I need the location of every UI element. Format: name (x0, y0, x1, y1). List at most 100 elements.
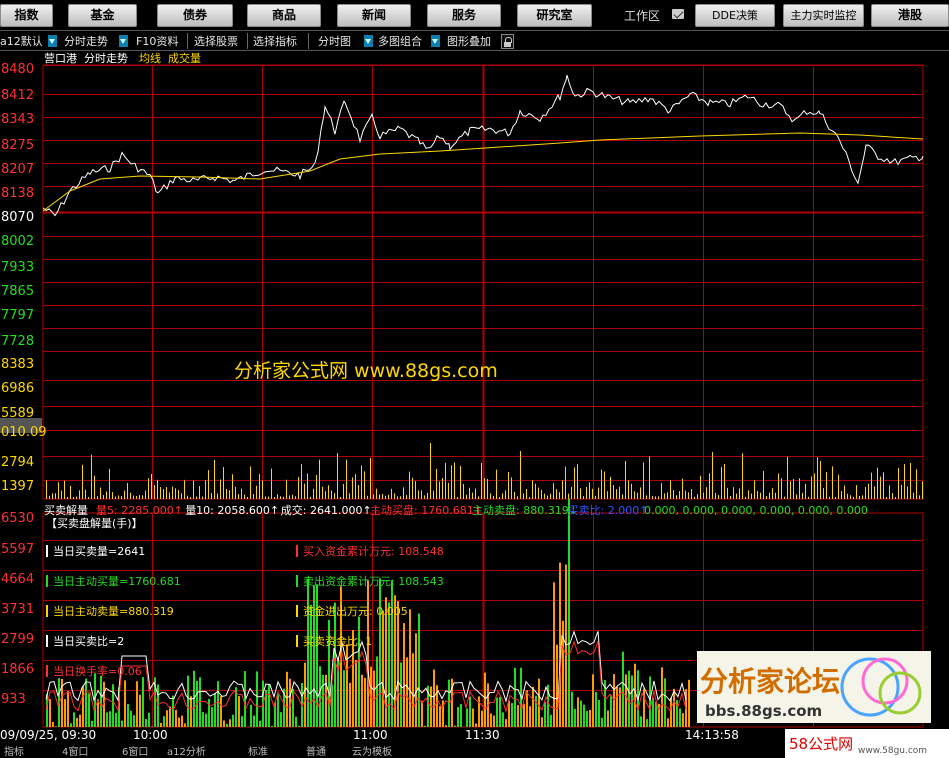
sell-bar (166, 710, 168, 727)
sell-bar (541, 717, 543, 727)
info-marker (296, 575, 298, 587)
nav-button-news[interactable]: 新闻 (337, 4, 411, 27)
nav-button-research[interactable]: 研究室 (517, 4, 592, 27)
bottom-tab[interactable]: 6窗口 (122, 745, 148, 758)
hk-stock-button[interactable]: 港股 (871, 4, 949, 27)
watermark-text: 分析家公式网 www.88gs.com (234, 360, 498, 382)
sell-bar (643, 688, 645, 727)
lock-icon[interactable] (501, 34, 514, 49)
sell-bar (397, 601, 399, 727)
info-marker (296, 545, 298, 557)
sell-bar (181, 715, 183, 727)
indicator-tick-label: 3731 (1, 602, 34, 617)
buy-bar (598, 700, 600, 727)
bottom-tab[interactable]: a12分析 (167, 745, 206, 758)
sell-bar (529, 706, 531, 727)
layout-default-label[interactable]: a12默认 (0, 33, 43, 49)
bottom-tab[interactable]: 普通 (306, 745, 326, 758)
main-force-monitor-button[interactable]: 主力实时监控 (783, 4, 864, 27)
buy-bar (232, 714, 234, 727)
intraday-chart-area[interactable]: 营口港 分时走势 均线 成交量 8480 8412 8343 8275 8207 8138… (0, 51, 949, 728)
buy-bar (271, 726, 273, 727)
price-tick-label: 7933 (1, 260, 34, 275)
buy-bar (211, 707, 213, 727)
multi-chart-button[interactable]: 多图组合 (378, 33, 422, 49)
nav-button-commodity[interactable]: 商品 (247, 4, 321, 27)
buy-bar (295, 716, 297, 727)
f10-info-tab[interactable]: F10资料 (136, 33, 178, 49)
indicator-header-item: 买卖比: 2.000↑ (568, 504, 649, 517)
site-badge-name: 58公式网 (789, 735, 853, 753)
sell-bar (175, 709, 177, 727)
buy-bar (454, 725, 456, 727)
sell-bar (673, 688, 675, 727)
indicator-tick-label: 1866 (1, 662, 34, 677)
info-right-item: 买入资金累计万元: 108.548 (303, 544, 444, 558)
buy-bar (307, 578, 309, 727)
select-stock-button[interactable]: 选择股票 (194, 33, 238, 49)
buy-bar (130, 710, 132, 727)
volume-axis: 838369865589010.0927941397 (0, 357, 47, 494)
nav-button-bond[interactable]: 债券 (157, 4, 233, 27)
info-left-item: 当日主动卖量=880.319 (53, 604, 174, 618)
bottom-tab[interactable]: 标准 (248, 746, 268, 758)
avg-line-label: 均线 (139, 51, 161, 65)
workarea-label[interactable]: 工作区 (624, 7, 660, 24)
trend-dropdown-arrow-icon[interactable] (119, 35, 128, 47)
buy-bar (142, 677, 144, 727)
workarea-dropdown-icon[interactable] (672, 9, 684, 19)
site-badge-url: www.58gu.com (858, 746, 927, 756)
buy-bar (622, 651, 624, 727)
sell-bar (505, 719, 507, 727)
sell-bar (367, 580, 369, 727)
toolbar-divider (187, 33, 188, 49)
indicator-tick-label: 4664 (1, 572, 34, 587)
nav-button-index[interactable]: 指数 (0, 4, 53, 27)
sell-bar (364, 677, 366, 727)
buy-bar (376, 656, 378, 727)
sell-bar (286, 671, 288, 727)
volume-tick-label: 1397 (1, 479, 34, 494)
buy-bar (469, 696, 471, 727)
volume-tick-label: 8383 (1, 357, 34, 372)
select-indicator-button[interactable]: 选择指标 (253, 33, 297, 49)
timeshare-dropdown-arrow-icon[interactable] (364, 35, 373, 47)
buy-bar (85, 678, 87, 727)
panel-title: 【买卖盘解量(手)】 (46, 516, 143, 530)
price-chart-header: 营口港 分时走势 均线 成交量 (44, 51, 201, 65)
nav-button-fund[interactable]: 基金 (68, 4, 137, 27)
info-marker (46, 635, 48, 647)
sell-bar (325, 674, 327, 727)
stock-name: 营口港 (44, 51, 77, 65)
info-marker (296, 635, 298, 647)
bottom-tab[interactable]: 指标 (4, 745, 24, 758)
bottom-tab[interactable]: 4窗口 (62, 745, 88, 758)
buy-bar (511, 703, 513, 727)
sell-bar (382, 610, 384, 727)
sell-bar (661, 667, 663, 727)
layout-dropdown-arrow-icon[interactable] (48, 35, 57, 47)
buy-bar (358, 616, 360, 727)
timeshare-chart-button[interactable]: 分时图 (318, 33, 351, 49)
sell-bar (415, 633, 417, 727)
sell-bar (538, 678, 540, 727)
multi-chart-dropdown-arrow-icon[interactable] (431, 35, 440, 47)
sell-bar (412, 653, 414, 727)
sell-bar (139, 694, 141, 727)
buy-bar (148, 712, 150, 727)
dde-decision-button[interactable]: DDE决策 (695, 4, 775, 27)
sell-bar (517, 705, 519, 727)
sell-bar (238, 696, 240, 727)
function-toolbar: a12默认 分时走势 F10资料 选择股票 选择指标 分时图 多图组合 图形叠加 (0, 30, 949, 51)
overlay-button[interactable]: 图形叠加 (447, 33, 491, 49)
price-tick-label: 7865 (1, 284, 34, 299)
buy-bar (574, 708, 576, 727)
sell-bar (508, 700, 510, 727)
nav-button-service[interactable]: 服务 (427, 4, 501, 27)
bottom-tab[interactable]: 云为模板 (352, 745, 392, 758)
intraday-trend-tab[interactable]: 分时走势 (64, 33, 108, 49)
sell-bar (361, 674, 363, 727)
info-right-item: 买卖资金比: 1 (303, 634, 372, 648)
buy-bar (310, 604, 312, 727)
price-tick-label: 8412 (1, 88, 34, 103)
